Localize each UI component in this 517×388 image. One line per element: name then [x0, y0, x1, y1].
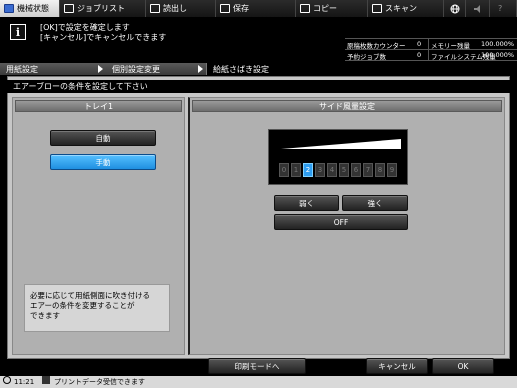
tab-job-list[interactable]: ジョブリスト [60, 0, 146, 17]
printer-data-icon [42, 376, 50, 384]
airflow-level-3: 3 [315, 163, 325, 177]
breadcrumb-individual-settings[interactable]: 個別設定変更 [106, 63, 206, 75]
tab-label: 保存 [233, 4, 249, 13]
status-message: プリントデータ受信できます [54, 378, 145, 386]
side-airflow-header: サイド風量設定 [192, 100, 502, 112]
tab-label: スキャン [385, 4, 417, 13]
auto-button[interactable]: 自動 [50, 130, 156, 146]
globe-button[interactable] [444, 0, 466, 17]
print-mode-button[interactable]: 印刷モードへ [208, 358, 306, 374]
reserved-jobs-value: 0 [417, 51, 422, 59]
tab-label: 読出し [163, 4, 187, 13]
breadcrumb-label: 個別設定変更 [112, 64, 160, 74]
volume-icon [474, 4, 480, 13]
status-row: 予約ジョブ数 0 ファイルシステム残量 100.000% [345, 50, 517, 61]
job-list-icon [64, 4, 74, 13]
breadcrumb-paper-settings[interactable]: 用紙設定 [0, 63, 106, 75]
off-button[interactable]: OFF [274, 214, 408, 230]
stronger-button[interactable]: 強く [342, 195, 408, 211]
airflow-level-9: 9 [387, 163, 397, 177]
volume-button[interactable] [466, 0, 490, 17]
filesystem-value: 100.000% [481, 51, 515, 59]
status-row: 原稿枚数カウンター 0 メモリー残量 100.000% [345, 39, 517, 50]
memory-value: 100.000% [481, 40, 515, 48]
airflow-level-4: 4 [327, 163, 337, 177]
machine-status-icon [4, 4, 14, 13]
top-tab-bar: 機械状態 ジョブリスト 読出し 保存 コピー スキャン ? [0, 0, 517, 17]
airflow-wedge-graphic [281, 139, 401, 149]
reserved-jobs-label: 予約ジョブ数 [347, 53, 386, 61]
chevron-right-icon [98, 65, 103, 73]
note-line: エアーの条件を変更することが [30, 301, 135, 310]
save-icon [220, 4, 230, 13]
scan-icon [372, 4, 382, 13]
note-line: 必要に応じて用紙側面に吹き付ける [30, 291, 150, 300]
original-counter-label: 原稿枚数カウンター [347, 42, 406, 50]
chevron-right-icon [198, 65, 203, 73]
airflow-level-5: 5 [339, 163, 349, 177]
airflow-level-6: 6 [351, 163, 361, 177]
manual-button[interactable]: 手動 [50, 154, 156, 170]
globe-icon [450, 4, 460, 13]
read-icon [150, 4, 160, 13]
airflow-level-2: 2 [303, 163, 313, 177]
weaker-button[interactable]: 弱く [274, 195, 339, 211]
airflow-level-0: 0 [279, 163, 289, 177]
tab-machine-status[interactable]: 機械状態 [0, 0, 60, 17]
cancel-button[interactable]: キャンセル [366, 358, 428, 374]
tab-label: コピー [313, 4, 337, 13]
instruction-text: エアーブローの条件を設定して下さい [7, 80, 510, 93]
tab-label: ジョブリスト [77, 4, 125, 13]
tab-label: 機械状態 [17, 4, 49, 13]
tab-scan[interactable]: スキャン [368, 0, 444, 17]
copy-icon [300, 4, 310, 13]
airflow-level-7: 7 [363, 163, 373, 177]
breadcrumb-label: 用紙設定 [6, 64, 38, 74]
clock-icon [3, 376, 11, 384]
clock-time: 11:21 [14, 378, 35, 386]
help-button[interactable]: ? [490, 0, 517, 17]
tab-save[interactable]: 保存 [216, 0, 296, 17]
breadcrumb-feed-separation: 給紙さばき設定 [206, 63, 517, 75]
info-icon: i [10, 24, 26, 40]
breadcrumb-label: 給紙さばき設定 [213, 64, 269, 74]
breadcrumb: 用紙設定 個別設定変更 給紙さばき設定 [0, 63, 517, 75]
note-line: できます [30, 311, 60, 320]
airflow-level-1: 1 [291, 163, 301, 177]
ok-button[interactable]: OK [432, 358, 494, 374]
message-line-2: [キャンセル]でキャンセルできます [40, 33, 167, 42]
help-note: 必要に応じて用紙側面に吹き付ける エアーの条件を変更することが できます [24, 284, 170, 332]
help-icon: ? [498, 4, 503, 13]
tab-copy[interactable]: コピー [296, 0, 368, 17]
memory-label: メモリー残量 [431, 42, 470, 50]
airflow-level-scale: 0123456789 [279, 163, 397, 177]
airflow-level-8: 8 [375, 163, 385, 177]
status-bar: 11:21 プリントデータ受信できます [0, 376, 517, 388]
status-table: 原稿枚数カウンター 0 メモリー残量 100.000% 予約ジョブ数 0 ファイ… [345, 38, 517, 61]
original-counter-value: 0 [417, 40, 422, 48]
tray-panel-header: トレイ1 [15, 100, 182, 112]
tab-read[interactable]: 読出し [146, 0, 216, 17]
